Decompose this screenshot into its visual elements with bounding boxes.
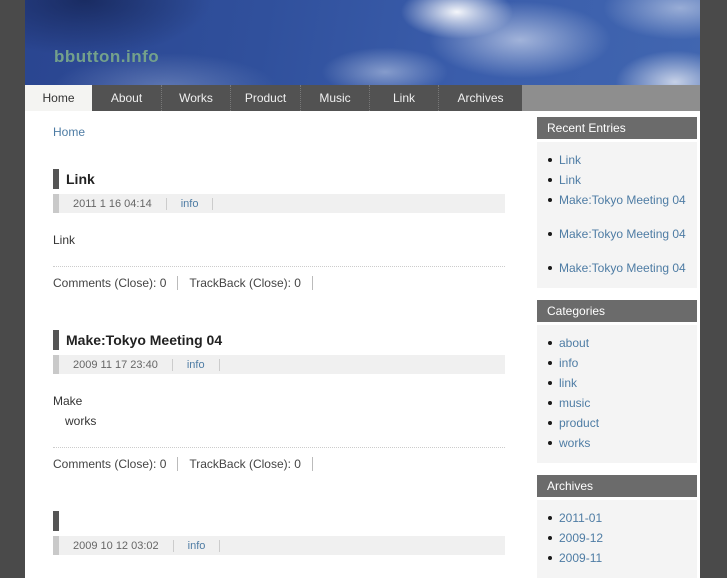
recent-entries-list: Link Link Make:Tokyo Meeting 04 Make:Tok… — [537, 142, 697, 288]
archive-link[interactable]: 2011-01 — [559, 511, 602, 525]
trackback-count: TrackBack (Close): 0 — [189, 276, 301, 290]
separator — [218, 358, 220, 371]
entry-title-bar — [53, 330, 59, 350]
separator — [311, 457, 313, 471]
sidebar-archives: Archives 2011-01 2009-12 2009-11 — [537, 475, 697, 578]
recent-entry-link[interactable]: Make:Tokyo Meeting 04 — [559, 261, 686, 275]
archive-link[interactable]: 2009-11 — [559, 551, 602, 565]
archive-link[interactable]: 2009-12 — [559, 531, 603, 545]
separator — [311, 276, 313, 290]
entry-meta-row: Comments (Close): 0 TrackBack (Close): 0 — [53, 266, 505, 290]
entry-date-row: 2011 1 16 04:14 info — [53, 194, 505, 213]
category-link[interactable]: product — [559, 416, 599, 430]
entry-date: 2009 11 17 23:40 — [73, 358, 158, 371]
sidebar: Recent Entries Link Link Make:Tokyo Meet… — [537, 117, 697, 578]
category-link[interactable]: music — [559, 396, 590, 410]
entry-title: Link — [66, 171, 95, 187]
list-item: music — [537, 393, 697, 413]
nav-tab-music[interactable]: Music — [300, 85, 369, 111]
recent-entry-link[interactable]: Make:Tokyo Meeting 04 — [559, 227, 686, 241]
entry-meta-row: Comments (Close): 0 TrackBack (Close): 0 — [53, 447, 505, 471]
separator — [177, 457, 179, 471]
list-item: Link — [537, 170, 697, 190]
category-link[interactable]: about — [559, 336, 589, 350]
separator — [212, 197, 214, 210]
nav-tab-works[interactable]: Works — [161, 85, 230, 111]
blog-entry: 2009 10 12 03:02 info — [53, 511, 505, 555]
entry-title-row: Make:Tokyo Meeting 04 — [53, 330, 505, 350]
recent-entry-link[interactable]: Make:Tokyo Meeting 04 — [559, 193, 686, 207]
entry-date: 2009 10 12 03:02 — [73, 539, 159, 552]
category-link[interactable]: link — [559, 376, 577, 390]
breadcrumb: Home — [53, 125, 505, 139]
nav-tab-product[interactable]: Product — [230, 85, 300, 111]
entry-title: Make:Tokyo Meeting 04 — [66, 332, 223, 348]
entry-body: Link — [53, 230, 505, 250]
entry-date-row: 2009 10 12 03:02 info — [53, 536, 505, 555]
entry-title-row: Link — [53, 169, 505, 189]
recent-entry-link[interactable]: Link — [559, 173, 581, 187]
nav-tab-about[interactable]: About — [92, 85, 161, 111]
entry-category-link[interactable]: info — [187, 359, 205, 371]
separator — [172, 539, 174, 552]
archives-list: 2011-01 2009-12 2009-11 — [537, 500, 697, 578]
site-title: bbutton.info — [54, 47, 160, 66]
entry-body-line: works — [65, 414, 97, 428]
page-wrapper: bbutton.info Home About Works Product Mu… — [25, 0, 700, 578]
entry-body: Make works — [53, 391, 505, 431]
breadcrumb-home-link[interactable]: Home — [53, 125, 85, 139]
sidebar-recent-entries: Recent Entries Link Link Make:Tokyo Meet… — [537, 117, 697, 288]
date-row-bar — [53, 194, 59, 213]
comments-count: Comments (Close): 0 — [53, 276, 167, 290]
main-column: Home Link 2011 1 16 04:14 info Link Comm… — [53, 111, 505, 555]
blog-entry: Link 2011 1 16 04:14 info Link Comments … — [53, 169, 505, 290]
entry-body-line: Link — [53, 233, 76, 247]
blog-entry: Make:Tokyo Meeting 04 2009 11 17 23:40 i… — [53, 330, 505, 471]
list-item: about — [537, 333, 697, 353]
sidebar-section-title: Archives — [537, 475, 697, 497]
entry-title-bar — [53, 511, 59, 531]
separator — [219, 539, 221, 552]
entry-body-line: Make — [53, 394, 83, 408]
entry-date: 2011 1 16 04:14 — [73, 197, 152, 210]
trackback-count: TrackBack (Close): 0 — [189, 457, 301, 471]
nav-tab-link[interactable]: Link — [369, 85, 438, 111]
date-row-bar — [53, 536, 59, 555]
list-item: link — [537, 373, 697, 393]
list-item: Make:Tokyo Meeting 04 — [537, 224, 697, 244]
sidebar-section-title: Categories — [537, 300, 697, 322]
list-item: Make:Tokyo Meeting 04 — [537, 190, 697, 210]
recent-entry-link[interactable]: Link — [559, 153, 581, 167]
list-item: product — [537, 413, 697, 433]
separator — [177, 276, 179, 290]
separator — [165, 197, 167, 210]
separator — [171, 358, 173, 371]
category-link[interactable]: info — [559, 356, 578, 370]
nav-tab-home[interactable]: Home — [25, 85, 92, 111]
main-nav: Home About Works Product Music Link Arch… — [25, 85, 700, 111]
list-item: 2009-11 — [537, 548, 697, 568]
category-link[interactable]: works — [559, 436, 590, 450]
content-area: Home Link 2011 1 16 04:14 info Link Comm… — [25, 111, 700, 578]
list-item: Make:Tokyo Meeting 04 — [537, 258, 697, 278]
list-item: Link — [537, 150, 697, 170]
date-row-bar — [53, 355, 59, 374]
sidebar-section-title: Recent Entries — [537, 117, 697, 139]
list-item: 2009-12 — [537, 528, 697, 548]
entry-category-link[interactable]: info — [181, 198, 199, 210]
entry-title-bar — [53, 169, 59, 189]
list-item: works — [537, 433, 697, 453]
comments-count: Comments (Close): 0 — [53, 457, 167, 471]
entry-title-row — [53, 511, 505, 531]
list-item: 2011-01 — [537, 508, 697, 528]
entry-category-link[interactable]: info — [188, 540, 206, 552]
categories-list: about info link music product works — [537, 325, 697, 463]
sidebar-categories: Categories about info link music product… — [537, 300, 697, 463]
header-sky-banner: bbutton.info — [25, 0, 700, 85]
nav-tab-archives[interactable]: Archives — [438, 85, 522, 111]
list-item: info — [537, 353, 697, 373]
entry-date-row: 2009 11 17 23:40 info — [53, 355, 505, 374]
